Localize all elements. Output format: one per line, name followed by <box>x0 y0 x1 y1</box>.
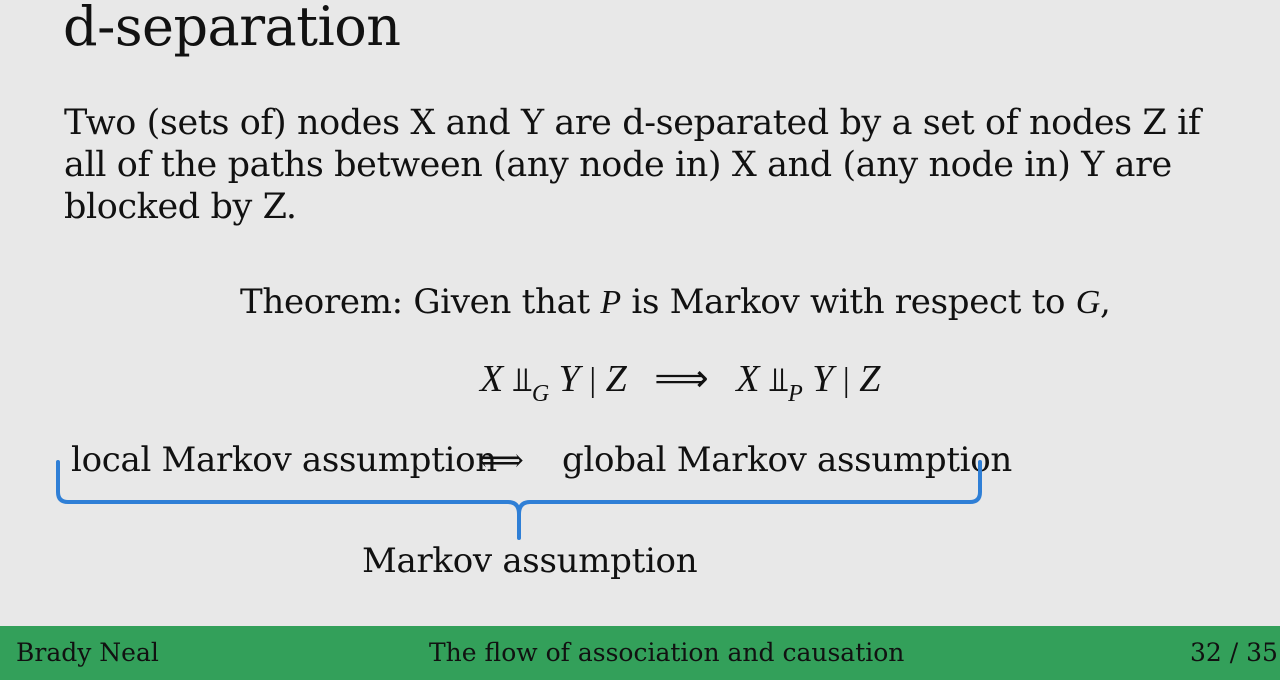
independence-symbol-g: ⫫ <box>512 362 532 399</box>
conditional-bar-left: | <box>589 362 597 399</box>
footer-author: Brady Neal <box>16 638 159 667</box>
theorem-middle: is Markov with respect to <box>631 282 1066 322</box>
conditional-bar-right: | <box>842 362 850 399</box>
theorem-suffix: , <box>1099 282 1111 322</box>
formula-x-left: X <box>480 358 504 400</box>
underbrace-path <box>56 460 982 540</box>
implies-arrow: ⟹ <box>654 358 709 400</box>
footer-bar: Brady Neal The flow of association and c… <box>0 626 1280 680</box>
formula-z-right: Z <box>859 358 881 400</box>
theorem-prefix: Theorem: Given that <box>240 282 590 322</box>
subscript-p: P <box>788 381 803 407</box>
subscript-g: G <box>531 381 550 407</box>
formula-z-left: Z <box>605 358 627 400</box>
slide-title: d-separation <box>63 0 401 58</box>
formula-x-right: X <box>736 358 760 400</box>
theorem-statement: Theorem: Given that P is Markov with res… <box>240 282 1111 323</box>
footer-presentation-title: The flow of association and causation <box>429 638 905 667</box>
theorem-var-p: P <box>600 284 621 321</box>
formula-y-right: Y <box>812 358 834 400</box>
formula-y-left: Y <box>558 358 580 400</box>
theorem-var-g: G <box>1075 284 1101 321</box>
d-separation-definition: Two (sets of) nodes X and Y are d-separa… <box>64 103 1201 227</box>
footer-page-number: 32 / 35 <box>1190 638 1278 667</box>
independence-symbol-p: ⫫ <box>768 362 789 399</box>
underbrace <box>56 460 982 540</box>
d-separation-implies-independence-formula: X ⫫G Y | Z ⟹ X ⫫P Y | Z <box>480 357 880 416</box>
markov-assumption-label: Markov assumption <box>362 541 698 581</box>
